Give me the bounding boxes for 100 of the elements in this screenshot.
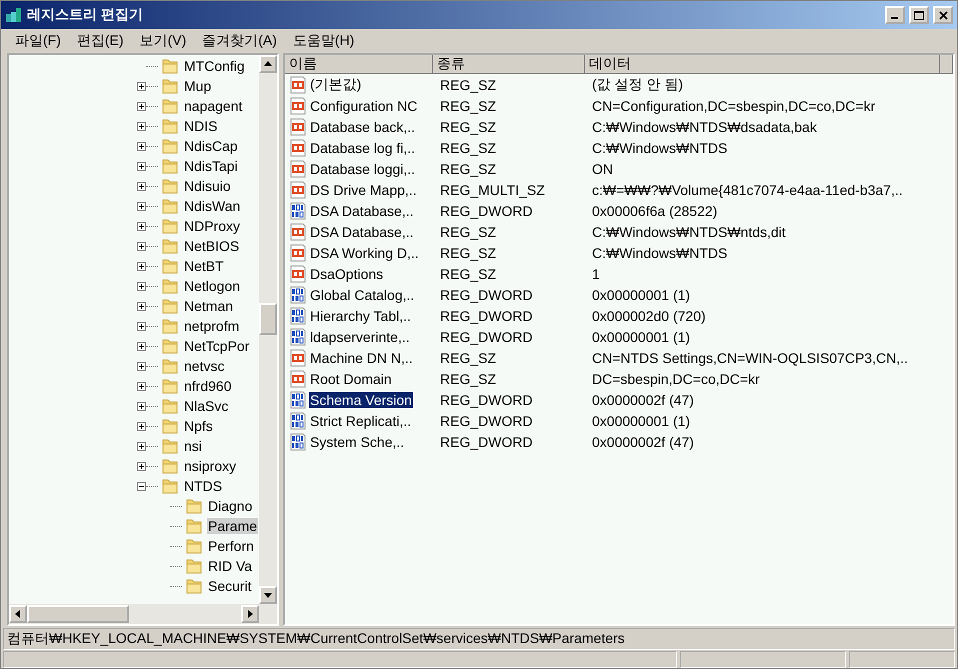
tree-item[interactable]: NTDS <box>183 478 224 494</box>
menu-item[interactable]: 편집(E) <box>68 32 132 50</box>
value-name[interactable]: DSA Working D,.. <box>309 244 420 260</box>
expand-icon[interactable] <box>137 142 146 150</box>
tree-item[interactable]: Netman <box>183 298 234 314</box>
value-name[interactable]: Database log fi,.. <box>309 140 416 156</box>
tree-item[interactable]: Npfs <box>183 418 214 434</box>
tree-item[interactable]: nsi <box>183 438 203 454</box>
value-type: REG_DWORD <box>439 202 534 221</box>
tree-item[interactable]: Mup <box>183 78 212 94</box>
close-button[interactable] <box>933 6 953 24</box>
tree-item[interactable]: napagent <box>183 98 244 114</box>
string-value-icon <box>289 370 307 388</box>
value-name[interactable]: Global Catalog,.. <box>309 286 416 302</box>
tree-item[interactable]: netprofm <box>183 318 240 334</box>
value-name[interactable]: System Sche,.. <box>309 434 406 450</box>
expand-icon[interactable] <box>137 462 146 470</box>
value-name[interactable]: Root Domain <box>309 370 393 386</box>
expand-icon[interactable] <box>137 442 146 450</box>
expand-icon[interactable] <box>137 202 146 210</box>
tree-item[interactable]: NDIS <box>183 118 218 134</box>
menu-item[interactable]: 파일(F) <box>7 32 69 50</box>
tree-item[interactable]: NdisTapi <box>183 158 239 174</box>
expand-icon[interactable] <box>137 282 146 290</box>
string-value-icon <box>289 264 307 282</box>
scroll-down-button[interactable] <box>259 586 277 604</box>
folder-icon <box>161 177 179 195</box>
binary-value-icon <box>289 432 307 450</box>
tree-item[interactable]: NdisWan <box>183 198 242 214</box>
binary-value-icon <box>289 390 307 408</box>
minimize-button[interactable] <box>885 6 905 24</box>
value-data: C:₩Windows₩NTDS <box>591 138 728 158</box>
scroll-left-button[interactable] <box>9 605 27 623</box>
column-header[interactable]: 데이터 <box>585 55 940 74</box>
tree-item[interactable]: nsiproxy <box>183 458 238 474</box>
value-name[interactable]: Strict Replicati,.. <box>309 412 412 428</box>
column-header[interactable]: 이름 <box>285 55 433 74</box>
expand-icon[interactable] <box>137 422 146 430</box>
scroll-up-button[interactable] <box>259 55 277 73</box>
tree-item[interactable]: nfrd960 <box>183 378 232 394</box>
expand-icon[interactable] <box>137 402 146 410</box>
value-name[interactable]: DSA Database,.. <box>309 202 415 218</box>
expand-icon[interactable] <box>137 302 146 310</box>
expand-icon[interactable] <box>137 182 146 190</box>
tree-item[interactable]: NetBIOS <box>183 238 240 254</box>
tree-item[interactable]: Ndisuio <box>183 178 232 194</box>
expand-icon[interactable] <box>137 322 146 330</box>
value-name[interactable]: DSA Database,.. <box>309 224 415 240</box>
tree-item[interactable]: RID Va <box>207 558 254 574</box>
value-name[interactable]: Machine DN N,.. <box>309 350 414 366</box>
expand-icon[interactable] <box>137 162 146 170</box>
tree-item[interactable]: NetTcpPor <box>183 338 250 354</box>
value-name[interactable]: Database loggi,.. <box>309 160 416 176</box>
tree-item[interactable]: netvsc <box>183 358 226 374</box>
expand-icon[interactable] <box>137 242 146 250</box>
expand-icon[interactable] <box>137 82 146 90</box>
scroll-thumb[interactable] <box>27 605 129 623</box>
value-name[interactable]: DsaOptions <box>309 266 384 282</box>
expand-icon[interactable] <box>137 102 146 110</box>
folder-icon <box>161 317 179 335</box>
tree-item[interactable]: Netlogon <box>183 278 242 294</box>
tree-item[interactable]: Diagno <box>207 498 254 514</box>
tree-item[interactable]: NDProxy <box>183 218 242 234</box>
menu-item[interactable]: 즐겨찾기(A) <box>194 32 285 50</box>
menu-item[interactable]: 도움말(H) <box>284 32 362 50</box>
tree-item[interactable]: NdisCap <box>183 138 239 154</box>
value-name[interactable]: Configuration NC <box>309 98 418 114</box>
expand-icon[interactable] <box>137 342 146 350</box>
registry-icon <box>5 6 23 24</box>
value-name[interactable]: DS Drive Mapp,.. <box>309 182 418 198</box>
value-name[interactable]: (기본값) <box>309 76 362 94</box>
binary-value-icon <box>289 328 307 346</box>
expand-icon[interactable] <box>137 262 146 270</box>
folder-icon <box>161 417 179 435</box>
value-name[interactable]: Schema Version <box>309 392 413 408</box>
expand-icon[interactable] <box>137 362 146 370</box>
tree-item[interactable]: NlaSvc <box>183 398 230 414</box>
expand-icon[interactable] <box>137 382 146 390</box>
tree-item[interactable]: Securit <box>207 578 253 594</box>
collapse-icon[interactable] <box>137 482 146 490</box>
menu-item[interactable]: 보기(V) <box>132 32 194 50</box>
address-bar: 컴퓨터₩HKEY_LOCAL_MACHINE₩SYSTEM₩CurrentControlSet₩services₩NTDS₩Parameters <box>3 628 955 650</box>
scroll-right-button[interactable] <box>241 605 259 623</box>
value-name[interactable]: ldapserverinte,.. <box>309 328 411 344</box>
tree-item[interactable]: Perforn <box>207 538 255 554</box>
vertical-scrollbar[interactable] <box>259 55 277 604</box>
scroll-thumb[interactable] <box>259 303 277 335</box>
horizontal-scrollbar[interactable] <box>9 604 277 624</box>
column-header[interactable]: 종류 <box>433 55 585 74</box>
maximize-button[interactable] <box>909 6 929 24</box>
tree-item[interactable]: MTConfig <box>183 58 246 74</box>
tree-item[interactable]: Parame <box>207 518 258 534</box>
expand-icon[interactable] <box>137 222 146 230</box>
string-value-icon <box>289 348 307 366</box>
value-name[interactable]: Hierarchy Tabl,.. <box>309 308 412 324</box>
expand-icon[interactable] <box>137 122 146 130</box>
value-type: REG_SZ <box>439 244 498 263</box>
value-name[interactable]: Database back,.. <box>309 118 416 134</box>
value-data: DC=sbespin,DC=co,DC=kr <box>591 370 761 389</box>
tree-item[interactable]: NetBT <box>183 258 225 274</box>
